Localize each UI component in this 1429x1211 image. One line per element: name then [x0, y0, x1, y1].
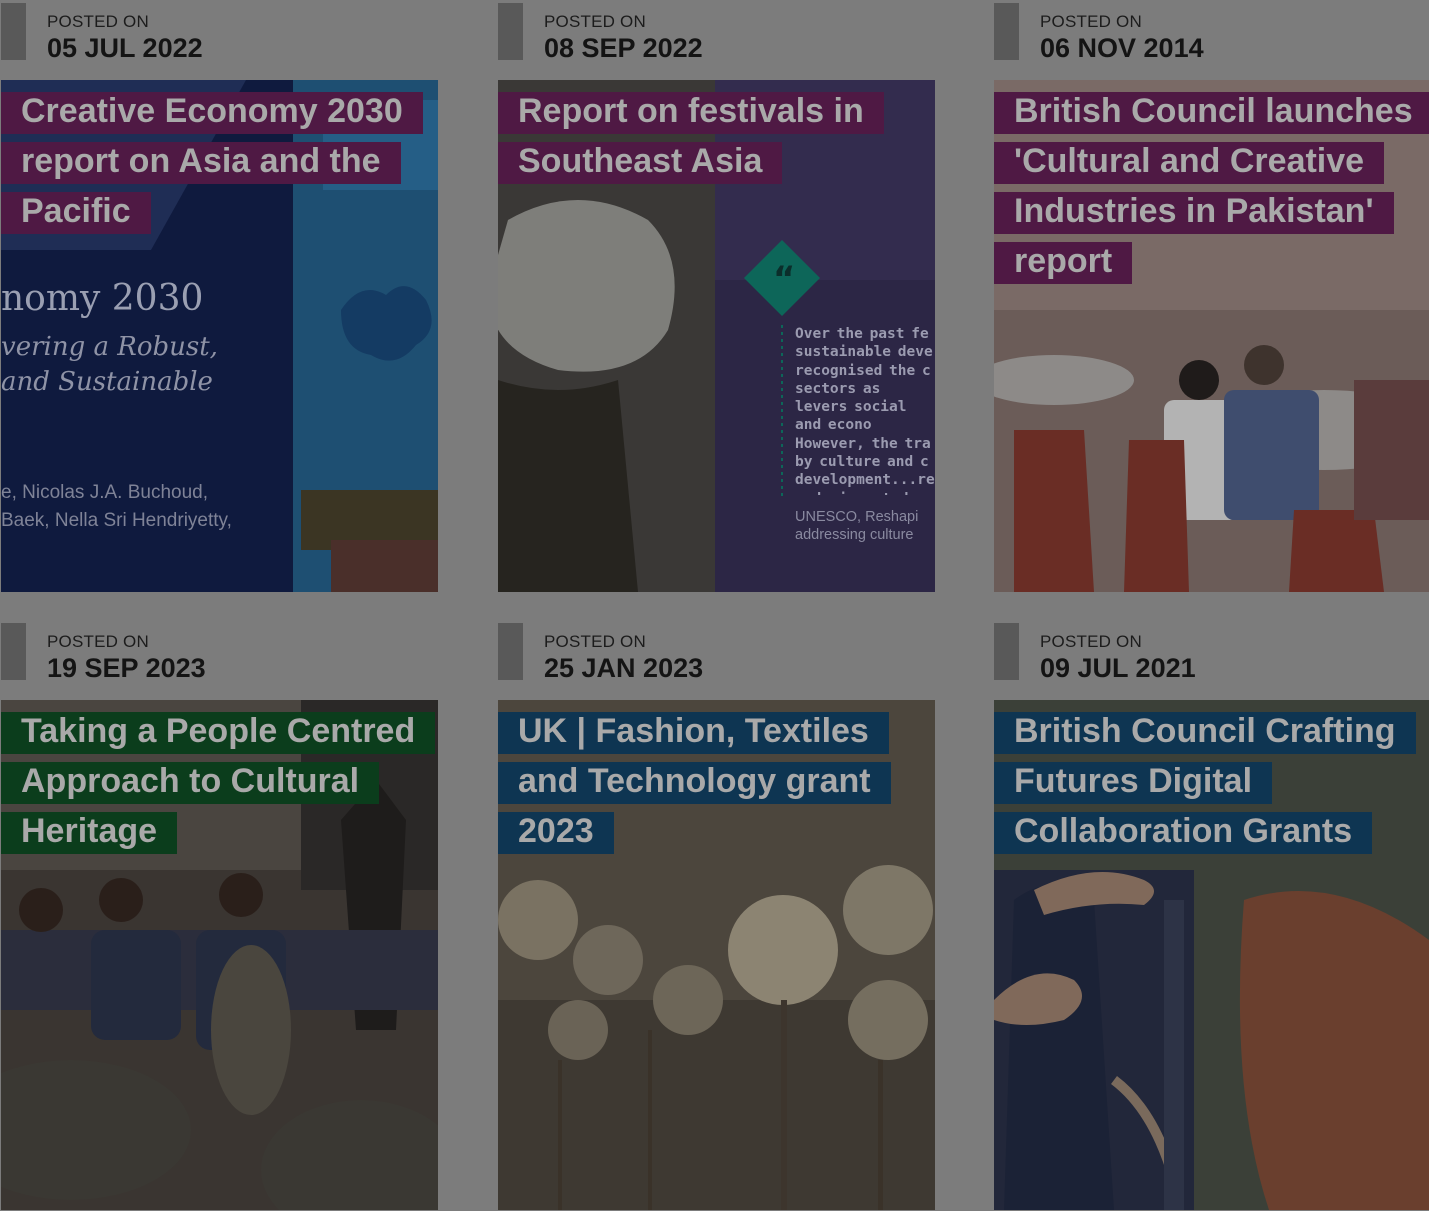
news-card[interactable]: POSTED ON 06 NOV 2014 British Council la…	[994, 0, 1429, 592]
news-card[interactable]: POSTED ON 19 SEP 2023 Taking a People Ce…	[1, 620, 438, 1210]
post-meta: POSTED ON 06 NOV 2014	[994, 0, 1429, 80]
meta-accent-bar	[1, 623, 26, 680]
card-title[interactable]: British Council launches 'Cultural and C…	[994, 86, 1429, 286]
card-title-text[interactable]: British Council launches 'Cultural and C…	[994, 92, 1429, 284]
card-image[interactable]: “ Over the past fe sustainable deve reco…	[498, 80, 935, 592]
card-title[interactable]: UK | Fashion, Textiles and Technology gr…	[498, 706, 935, 856]
cover-title-text: nomy 2030	[1, 278, 203, 319]
card-image[interactable]: British Council launches 'Cultural and C…	[994, 80, 1429, 592]
news-card[interactable]: POSTED ON 08 SEP 2022 “ Over the past fe…	[498, 0, 935, 592]
post-date: 05 JUL 2022	[47, 33, 203, 63]
post-meta: POSTED ON 09 JUL 2021	[994, 620, 1429, 700]
posted-on-label: POSTED ON	[1040, 632, 1142, 651]
meta-accent-bar	[994, 623, 1019, 680]
card-title-text[interactable]: Report on festivals in Southeast Asia	[498, 92, 884, 184]
quote-source: UNESCO, Reshapi addressing culture	[795, 509, 919, 543]
post-date: 25 JAN 2023	[544, 653, 704, 683]
meta-accent-bar	[498, 623, 523, 680]
card-image[interactable]: nomy 2030 vering a Robust, and Sustainab…	[1, 80, 438, 592]
svg-text:vering a Robust,: vering a Robust,	[1, 332, 218, 362]
post-date: 09 JUL 2021	[1040, 653, 1196, 683]
post-meta: POSTED ON 08 SEP 2022	[498, 0, 935, 80]
post-date: 08 SEP 2022	[544, 33, 703, 63]
post-meta: POSTED ON 25 JAN 2023	[498, 620, 935, 700]
posted-on-label: POSTED ON	[544, 632, 646, 651]
post-meta: POSTED ON 05 JUL 2022	[1, 0, 438, 80]
svg-text:Baek, Nella Sri Hendriyetty,: Baek, Nella Sri Hendriyetty,	[1, 510, 232, 531]
posted-on-label: POSTED ON	[47, 632, 149, 651]
meta-accent-bar	[1, 3, 26, 60]
post-meta: POSTED ON 19 SEP 2023	[1, 620, 438, 700]
posted-on-label: POSTED ON	[47, 12, 149, 31]
card-title-text[interactable]: Creative Economy 2030 report on Asia and…	[1, 92, 423, 234]
card-title[interactable]: Report on festivals in Southeast Asia	[498, 86, 935, 186]
card-image[interactable]: UK | Fashion, Textiles and Technology gr…	[498, 700, 935, 1210]
meta-accent-bar	[994, 3, 1019, 60]
card-title-text[interactable]: UK | Fashion, Textiles and Technology gr…	[498, 712, 891, 854]
posted-on-label: POSTED ON	[544, 12, 646, 31]
post-date: 06 NOV 2014	[1040, 33, 1204, 63]
quote-text: Over the past fe sustainable deve recogn…	[795, 326, 935, 495]
card-image[interactable]: British Council Crafting Futures Digital…	[994, 700, 1429, 1210]
quote-icon: “	[773, 259, 795, 299]
card-title[interactable]: British Council Crafting Futures Digital…	[994, 706, 1429, 856]
meta-accent-bar	[498, 3, 523, 60]
card-title-text[interactable]: Taking a People Centred Approach to Cult…	[1, 712, 436, 854]
news-card[interactable]: POSTED ON 09 JUL 2021 British Council Cr…	[994, 620, 1429, 1210]
card-title[interactable]: Taking a People Centred Approach to Cult…	[1, 706, 438, 856]
posted-on-label: POSTED ON	[1040, 12, 1142, 31]
news-card[interactable]: POSTED ON 25 JAN 2023 UK | Fashion, Text…	[498, 620, 935, 1210]
card-title[interactable]: Creative Economy 2030 report on Asia and…	[1, 86, 438, 236]
svg-text:e, Nicolas J.A. Buchoud,: e, Nicolas J.A. Buchoud,	[1, 482, 208, 503]
card-title-text[interactable]: British Council Crafting Futures Digital…	[994, 712, 1416, 854]
post-date: 19 SEP 2023	[47, 653, 206, 683]
news-card[interactable]: POSTED ON 05 JUL 2022 nomy 2030 vering a…	[1, 0, 438, 592]
card-image[interactable]: Taking a People Centred Approach to Cult…	[1, 700, 438, 1210]
svg-text:and Sustainable: and Sustainable	[1, 367, 213, 397]
